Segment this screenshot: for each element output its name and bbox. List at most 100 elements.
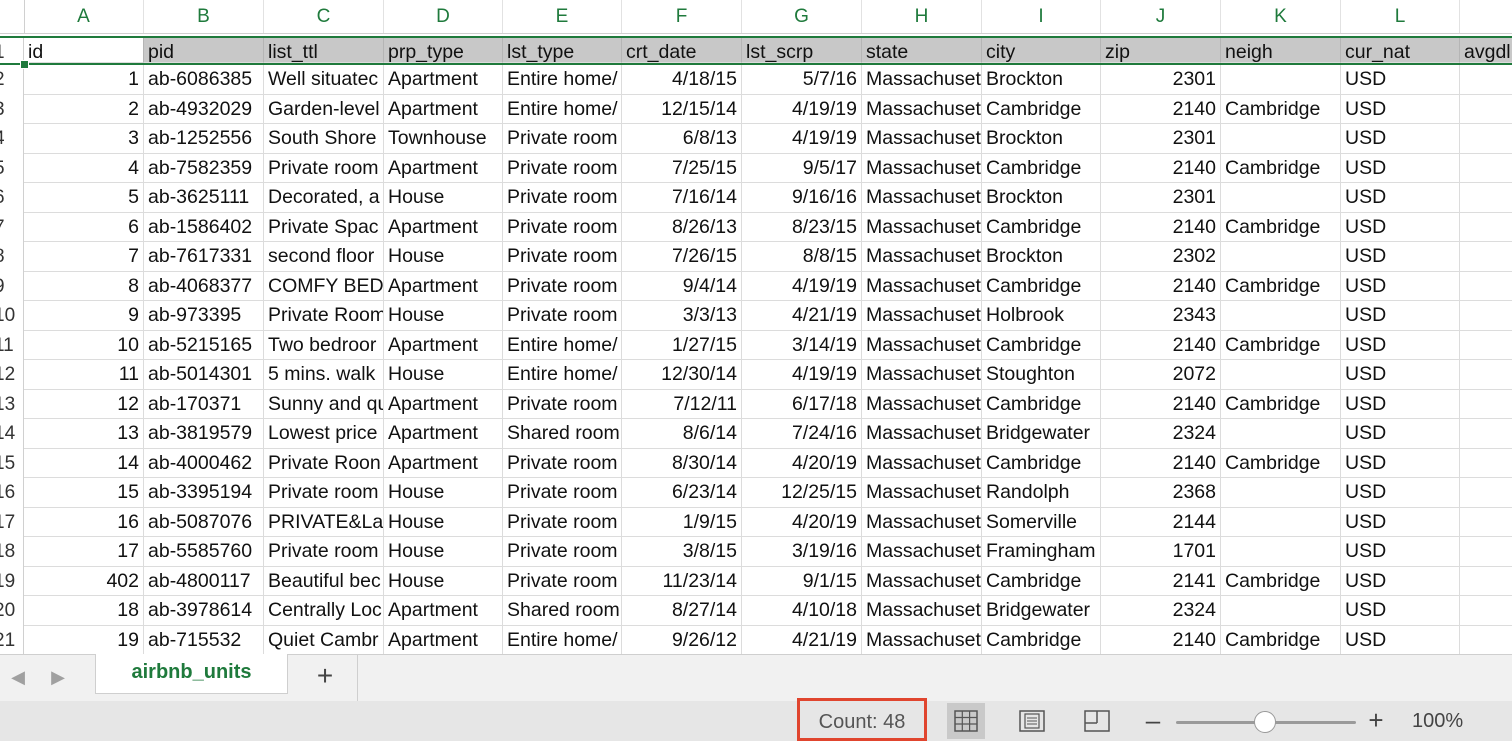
table-cell[interactable]: Private Spac: [264, 212, 384, 242]
row-number[interactable]: 6: [0, 183, 24, 213]
table-cell[interactable]: Two bedroor: [264, 330, 384, 360]
table-cell[interactable]: 1: [24, 65, 144, 95]
table-cell[interactable]: [1221, 419, 1341, 449]
column-header-a[interactable]: A: [24, 0, 144, 33]
column-header-h[interactable]: H: [862, 0, 982, 33]
table-cell[interactable]: [1221, 507, 1341, 537]
table-cell[interactable]: ab-3819579: [144, 419, 264, 449]
table-cell[interactable]: 2140: [1101, 448, 1221, 478]
table-cell[interactable]: 7/12/11: [622, 389, 742, 419]
table-cell[interactable]: Entire home/: [503, 330, 622, 360]
table-cell[interactable]: Apartment: [384, 94, 503, 124]
table-cell[interactable]: [1460, 183, 1512, 213]
row-number[interactable]: 2: [0, 65, 24, 95]
row-number[interactable]: 7: [0, 212, 24, 242]
table-cell[interactable]: 17: [24, 537, 144, 567]
table-cell[interactable]: ab-6086385: [144, 65, 264, 95]
table-cell[interactable]: Apartment: [384, 389, 503, 419]
table-cell[interactable]: Private room: [503, 124, 622, 154]
select-all-corner[interactable]: [0, 0, 25, 33]
table-cell[interactable]: 9/5/17: [742, 153, 862, 183]
table-cell[interactable]: Massachuset: [862, 94, 982, 124]
table-cell[interactable]: 402: [24, 566, 144, 596]
table-cell[interactable]: Cambridge: [1221, 566, 1341, 596]
table-cell[interactable]: 9/16/16: [742, 183, 862, 213]
table-cell[interactable]: ab-7617331: [144, 242, 264, 272]
table-cell[interactable]: Sunny and qu: [264, 389, 384, 419]
row-number[interactable]: 21: [0, 625, 24, 654]
table-cell[interactable]: Cambridge: [982, 389, 1101, 419]
table-cell[interactable]: ab-5585760: [144, 537, 264, 567]
table-cell[interactable]: South Shore: [264, 124, 384, 154]
table-cell[interactable]: 2141: [1101, 566, 1221, 596]
table-cell[interactable]: Entire home/: [503, 94, 622, 124]
selection-fill-handle[interactable]: [20, 60, 29, 69]
table-cell[interactable]: Cambridge: [1221, 625, 1341, 654]
table-cell[interactable]: [1460, 272, 1512, 301]
page-break-view-button[interactable]: [1078, 703, 1116, 739]
table-cell[interactable]: Private room: [503, 448, 622, 478]
table-cell[interactable]: Apartment: [384, 419, 503, 449]
table-cell[interactable]: 16: [24, 507, 144, 537]
table-cell[interactable]: Massachuset: [862, 153, 982, 183]
table-cell[interactable]: Townhouse: [384, 124, 503, 154]
table-cell[interactable]: Massachuset: [862, 330, 982, 360]
table-cell[interactable]: 7: [24, 242, 144, 272]
table-cell[interactable]: [1460, 419, 1512, 449]
table-cell[interactable]: 8/27/14: [622, 596, 742, 626]
table-cell[interactable]: USD: [1341, 537, 1460, 567]
table-cell[interactable]: Randolph: [982, 478, 1101, 508]
table-cell[interactable]: [1460, 331, 1512, 360]
column-header-f[interactable]: F: [622, 0, 742, 33]
table-cell[interactable]: 19: [24, 625, 144, 654]
header-cell[interactable]: city: [982, 37, 1101, 63]
table-cell[interactable]: House: [384, 507, 503, 537]
table-cell[interactable]: 2144: [1101, 507, 1221, 537]
table-cell[interactable]: Brockton: [982, 183, 1101, 213]
row-number[interactable]: 11: [0, 330, 24, 360]
table-cell[interactable]: USD: [1341, 596, 1460, 626]
table-cell[interactable]: Cambridge: [982, 271, 1101, 301]
table-cell[interactable]: ab-5087076: [144, 507, 264, 537]
table-cell[interactable]: 3/19/16: [742, 537, 862, 567]
table-cell[interactable]: 2324: [1101, 419, 1221, 449]
table-cell[interactable]: USD: [1341, 94, 1460, 124]
table-cell[interactable]: 12/30/14: [622, 360, 742, 390]
table-cell[interactable]: 4: [24, 153, 144, 183]
table-cell[interactable]: [1221, 183, 1341, 213]
table-cell[interactable]: Entire home/: [503, 625, 622, 654]
table-cell[interactable]: [1460, 596, 1512, 626]
scroll-tabs-left-icon[interactable]: ◀: [8, 667, 28, 687]
table-cell[interactable]: ab-4000462: [144, 448, 264, 478]
table-cell[interactable]: ab-7582359: [144, 153, 264, 183]
table-cell[interactable]: Private room: [503, 478, 622, 508]
table-cell[interactable]: Cambridge: [982, 153, 1101, 183]
table-cell[interactable]: USD: [1341, 625, 1460, 654]
table-cell[interactable]: 11: [24, 360, 144, 390]
column-header-g[interactable]: G: [742, 0, 862, 33]
table-cell[interactable]: 8/6/14: [622, 419, 742, 449]
table-cell[interactable]: Stoughton: [982, 360, 1101, 390]
table-cell[interactable]: [1460, 154, 1512, 183]
table-cell[interactable]: Massachuset: [862, 65, 982, 95]
table-cell[interactable]: House: [384, 360, 503, 390]
table-cell[interactable]: Massachuset: [862, 301, 982, 331]
table-cell[interactable]: 3/8/15: [622, 537, 742, 567]
table-cell[interactable]: 8/26/13: [622, 212, 742, 242]
column-header-i[interactable]: I: [982, 0, 1101, 33]
table-cell[interactable]: 2368: [1101, 478, 1221, 508]
row-number[interactable]: 14: [0, 419, 24, 449]
table-cell[interactable]: 4/19/19: [742, 360, 862, 390]
header-cell[interactable]: neigh: [1221, 37, 1341, 63]
table-cell[interactable]: 8: [24, 271, 144, 301]
table-cell[interactable]: 3: [24, 124, 144, 154]
table-cell[interactable]: [1221, 360, 1341, 390]
table-cell[interactable]: Massachuset: [862, 124, 982, 154]
table-cell[interactable]: Apartment: [384, 448, 503, 478]
header-cell[interactable]: state: [862, 37, 982, 63]
table-cell[interactable]: [1460, 301, 1512, 331]
table-cell[interactable]: USD: [1341, 507, 1460, 537]
header-cell[interactable]: pid: [144, 37, 264, 63]
table-cell[interactable]: Private room: [503, 242, 622, 272]
row-number[interactable]: 18: [0, 537, 24, 567]
